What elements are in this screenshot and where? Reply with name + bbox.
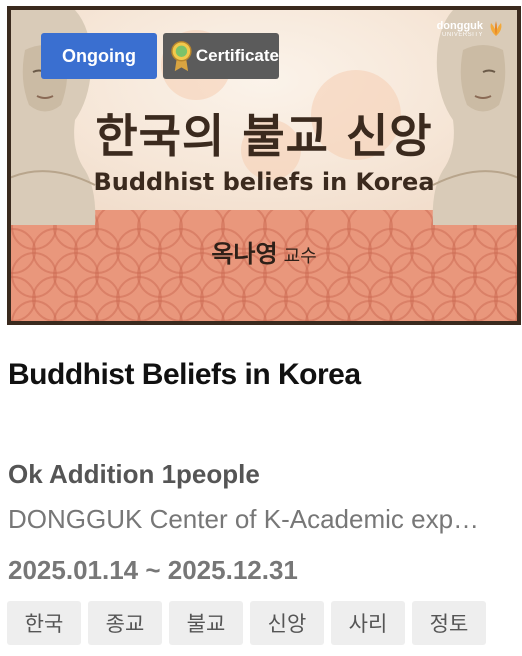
logo-subtitle: UNIVERSITY [441, 31, 483, 38]
professor-name: 옥나영 [211, 240, 278, 268]
thumbnail-title-korean: 한국의 불교 신앙 [95, 109, 433, 163]
thumbnail-professor: 옥나영 교수 [11, 234, 517, 269]
tag-item[interactable]: 사리 [331, 601, 405, 645]
medal-icon [171, 41, 192, 72]
course-card[interactable]: 한국의 불교 신앙 Buddhist beliefs in Korea 옥나영 교… [0, 0, 522, 656]
institution-name: DONGGUK Center of K-Academic exp… [8, 504, 480, 534]
course-title[interactable]: Buddhist Beliefs in Korea [8, 358, 361, 392]
certificate-label: Certificate [195, 46, 279, 65]
tag-list: 한국 종교 불교 신앙 사리 정토 [7, 601, 486, 645]
professor-title: 교수 [283, 246, 317, 267]
tag-item[interactable]: 정토 [412, 601, 486, 645]
tag-item[interactable]: 불교 [169, 601, 243, 645]
certificate-badge: Certificate [163, 33, 279, 79]
thumbnail-title-english: Buddhist beliefs in Korea [93, 168, 435, 196]
course-period: 2025.01.14 ~ 2025.12.31 [8, 555, 298, 585]
university-logo: dongguk UNIVERSITY [437, 20, 505, 38]
enrollment-count: Ok Addition 1people [8, 459, 260, 489]
status-badge: Ongoing [41, 33, 157, 79]
logo-name: dongguk [436, 19, 483, 32]
lotus-icon [490, 21, 502, 36]
tag-item[interactable]: 한국 [7, 601, 81, 645]
tag-item[interactable]: 신앙 [250, 601, 324, 645]
tag-item[interactable]: 종교 [88, 601, 162, 645]
